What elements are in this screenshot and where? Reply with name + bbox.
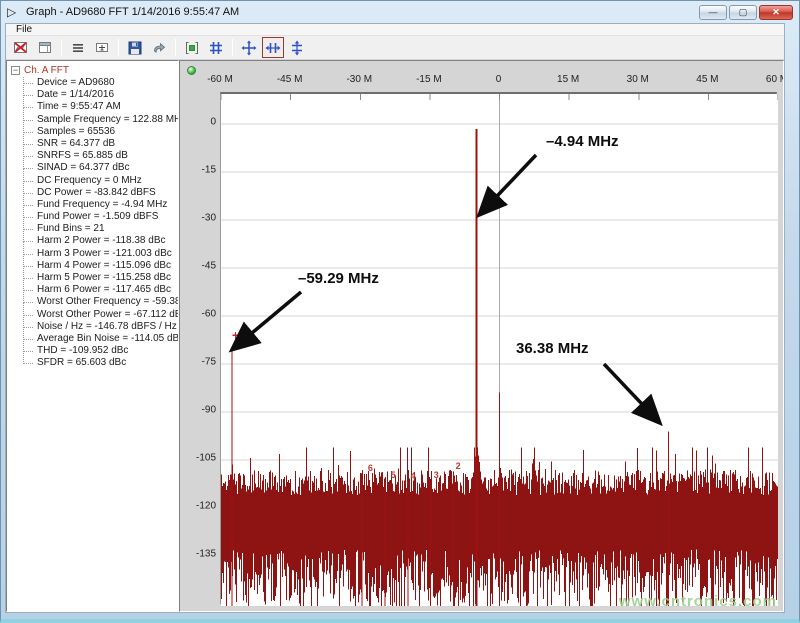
tree-item[interactable]: Date = 1/14/2016 — [15, 89, 178, 101]
toolbar-separator — [175, 39, 176, 56]
tree-item[interactable]: Noise / Hz = -146.78 dBFS / Hz — [15, 321, 178, 333]
zoom-vertical-button[interactable] — [286, 37, 308, 58]
toolbar-separator — [118, 39, 119, 56]
minimize-button[interactable]: — — [699, 5, 727, 20]
y-axis-tick-label: -90 — [182, 405, 216, 416]
zoom-vertical-icon — [289, 40, 305, 56]
tree-item[interactable]: SNR = 64.377 dB — [15, 138, 178, 150]
tree-item[interactable]: Harm 5 Power = -115.258 dBc — [15, 272, 178, 284]
tree-item[interactable]: Worst Other Frequency = -59.38 MHz — [15, 296, 178, 308]
toolbar — [6, 36, 784, 60]
harmonic-label-5: 5 — [391, 470, 396, 480]
y-axis-tick-label: -120 — [182, 501, 216, 512]
tree-item[interactable]: Sample Frequency = 122.88 MHz — [15, 114, 178, 126]
x-axis-tick-label: -60 M — [207, 74, 233, 85]
pan-icon — [241, 40, 257, 56]
tree-item[interactable]: Worst Other Power = -67.112 dBFS — [15, 309, 178, 321]
tree-item[interactable]: THD = -109.952 dBc — [15, 345, 178, 357]
x-axis-tick-label: 15 M — [557, 74, 579, 85]
grid-button[interactable] — [205, 37, 227, 58]
x-axis-tick-label: 0 — [496, 74, 502, 85]
zoom-horizontal-icon — [265, 40, 281, 56]
tree-item[interactable]: Samples = 65536 — [15, 126, 178, 138]
tree-item[interactable]: Average Bin Noise = -114.05 dBFS — [15, 333, 178, 345]
maximize-button[interactable]: ▢ — [729, 5, 757, 20]
close-button[interactable]: ✕ — [759, 5, 793, 20]
cursor-legend-icon — [94, 40, 110, 56]
main-area: − Ch. A FFT Device = AD9680Date = 1/14/2… — [6, 60, 784, 612]
save-button[interactable] — [124, 37, 146, 58]
plot-marker-icon — [184, 40, 200, 56]
y-axis-tick-label: -45 — [182, 261, 216, 272]
tree-item[interactable]: Device = AD9680 — [15, 77, 178, 89]
fft-chart-panel[interactable]: www.cntronics.com -60 M -45 M -30 M -15 M 0 1… — [179, 60, 784, 612]
annotation-text: 36.38 MHz — [516, 340, 589, 357]
annotation-text: –4.94 MHz — [546, 133, 619, 150]
tree-item[interactable]: SINAD = 64.377 dBc — [15, 162, 178, 174]
grid-icon — [208, 40, 224, 56]
window-title: Graph - AD9680 FFT 1/14/2016 9:55:47 AM — [26, 6, 699, 18]
zoom-horizontal-button[interactable] — [262, 37, 284, 58]
y-axis-tick-label: -135 — [182, 549, 216, 560]
y-axis-tick-label: -60 — [182, 309, 216, 320]
tree-root-label[interactable]: Ch. A FFT — [24, 65, 69, 76]
export-button[interactable] — [148, 37, 170, 58]
toolbar-separator — [61, 39, 62, 56]
acquisition-led-icon — [187, 66, 196, 75]
export-icon — [151, 40, 167, 56]
tree-item[interactable]: Harm 3 Power = -121.003 dBc — [15, 248, 178, 260]
y-axis-tick-label: -15 — [182, 165, 216, 176]
fft-parameter-list: Device = AD9680Date = 1/14/2016Time = 9:… — [15, 77, 178, 370]
watermark: www.cntronics.com — [619, 593, 777, 610]
run-arrow-icon: ▷ — [7, 5, 21, 19]
annotation-text: –59.29 MHz — [298, 270, 379, 287]
tree-item[interactable]: DC Power = -83.842 dBFS — [15, 187, 178, 199]
tree-item[interactable]: SFDR = 65.603 dBc — [15, 357, 178, 369]
tree-item[interactable]: Harm 4 Power = -115.096 dBc — [15, 260, 178, 272]
menubar: File — [6, 24, 784, 36]
x-axis-tick-label: 30 M — [627, 74, 649, 85]
graph-window: ▷ Graph - AD9680 FFT 1/14/2016 9:55:47 A… — [0, 0, 800, 623]
harmonic-label-2: 2 — [456, 461, 461, 471]
titlebar: ▷ Graph - AD9680 FFT 1/14/2016 9:55:47 A… — [1, 1, 799, 23]
pan-button[interactable] — [238, 37, 260, 58]
toolbar-separator — [232, 39, 233, 56]
y-axis-tick-label: -30 — [182, 213, 216, 224]
x-axis-tick-label: -15 M — [416, 74, 442, 85]
tree-item[interactable]: Fund Frequency = -4.94 MHz — [15, 199, 178, 211]
x-axis-tick-label: 60 M — [766, 74, 784, 85]
harmonic-label-3: 3 — [434, 470, 439, 480]
legend-list-button[interactable] — [67, 37, 89, 58]
tree-item[interactable]: Fund Power = -1.509 dBFS — [15, 211, 178, 223]
tree-item[interactable]: SNRFS = 65.885 dB — [15, 150, 178, 162]
x-axis-tick-label: 45 M — [696, 74, 718, 85]
tree-item[interactable]: DC Frequency = 0 MHz — [15, 175, 178, 187]
spectrum-plot[interactable] — [220, 92, 777, 604]
graph-window-icon — [37, 40, 53, 56]
tree-item[interactable]: Harm 6 Power = -117.465 dBc — [15, 284, 178, 296]
plot-marker-button[interactable] — [181, 37, 203, 58]
client-area: File − Ch. A FFT Device = AD9680Date = 1… — [5, 23, 785, 613]
clear-graph-button[interactable] — [10, 37, 32, 58]
fft-parameters-panel: − Ch. A FFT Device = AD9680Date = 1/14/2… — [6, 60, 179, 612]
x-axis-tick-label: -30 M — [346, 74, 372, 85]
y-axis-tick-label: -105 — [182, 453, 216, 464]
y-axis-tick-label: 0 — [182, 117, 216, 128]
clear-graph-icon — [13, 40, 29, 56]
graph-window-button[interactable] — [34, 37, 56, 58]
tree-collapse-icon[interactable]: − — [11, 66, 20, 75]
harmonic-label-6: 6 — [368, 463, 373, 473]
tree-item[interactable]: Harm 2 Power = -118.38 dBc — [15, 235, 178, 247]
tree-item[interactable]: Fund Bins = 21 — [15, 223, 178, 235]
save-icon — [127, 40, 143, 56]
harmonic-label-4: 4 — [411, 471, 416, 481]
cursor-legend-button[interactable] — [91, 37, 113, 58]
x-axis-tick-label: -45 M — [277, 74, 303, 85]
y-axis-tick-label: -75 — [182, 357, 216, 368]
menu-file[interactable]: File — [12, 24, 36, 35]
legend-list-icon — [70, 40, 86, 56]
tree-item[interactable]: Time = 9:55:47 AM — [15, 101, 178, 113]
